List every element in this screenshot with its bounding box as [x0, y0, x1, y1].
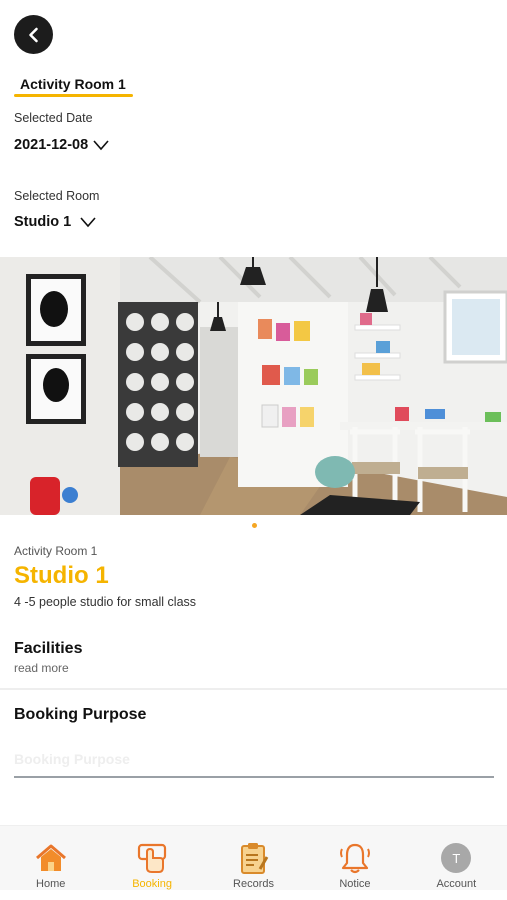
nav-notice[interactable]: Notice [304, 826, 405, 890]
bottom-nav: Home Booking Records Notice T Account [0, 825, 507, 890]
nav-booking[interactable]: Booking [101, 826, 202, 890]
chevron-down-icon [93, 140, 109, 151]
nav-label: Booking [132, 878, 172, 890]
nav-home[interactable]: Home [0, 826, 101, 890]
booking-purpose-title: Booking Purpose [14, 706, 147, 723]
date-label: Selected Date [14, 111, 93, 125]
room-photo[interactable] [0, 257, 507, 515]
clipboard-icon [240, 843, 268, 874]
date-select[interactable]: 2021-12-08 [14, 137, 110, 153]
facilities-title: Facilities [14, 640, 83, 657]
tab-active-indicator [14, 94, 133, 97]
room-label: Selected Room [14, 189, 100, 203]
carousel-indicator[interactable] [252, 523, 257, 528]
room-select[interactable]: Studio 1 [14, 214, 97, 230]
nav-label: Account [436, 878, 477, 890]
chevron-left-icon [28, 27, 38, 42]
room-description: 4 -5 people studio for small class [14, 595, 197, 609]
avatar: T [441, 843, 472, 873]
divider [0, 688, 507, 690]
chevron-down-icon [80, 217, 96, 228]
read-more-link[interactable]: read more [14, 661, 69, 675]
booking-purpose-input[interactable] [14, 738, 494, 778]
nav-label: Notice [339, 878, 371, 890]
room-value: Studio 1 [14, 214, 72, 230]
booking-hand-icon [138, 843, 167, 873]
tab-activity-room[interactable]: Activity Room 1 [14, 76, 132, 95]
room-name: Studio 1 [14, 562, 109, 589]
date-value: 2021-12-08 [14, 137, 89, 153]
back-button[interactable] [14, 15, 53, 54]
room-category: Activity Room 1 [14, 544, 98, 558]
home-icon [35, 844, 66, 871]
nav-account[interactable]: T Account [406, 826, 507, 890]
nav-label: Home [36, 878, 66, 890]
bell-icon [339, 843, 370, 874]
nav-records[interactable]: Records [203, 826, 304, 890]
nav-label: Records [233, 878, 274, 890]
playroom-illustration [0, 257, 507, 515]
